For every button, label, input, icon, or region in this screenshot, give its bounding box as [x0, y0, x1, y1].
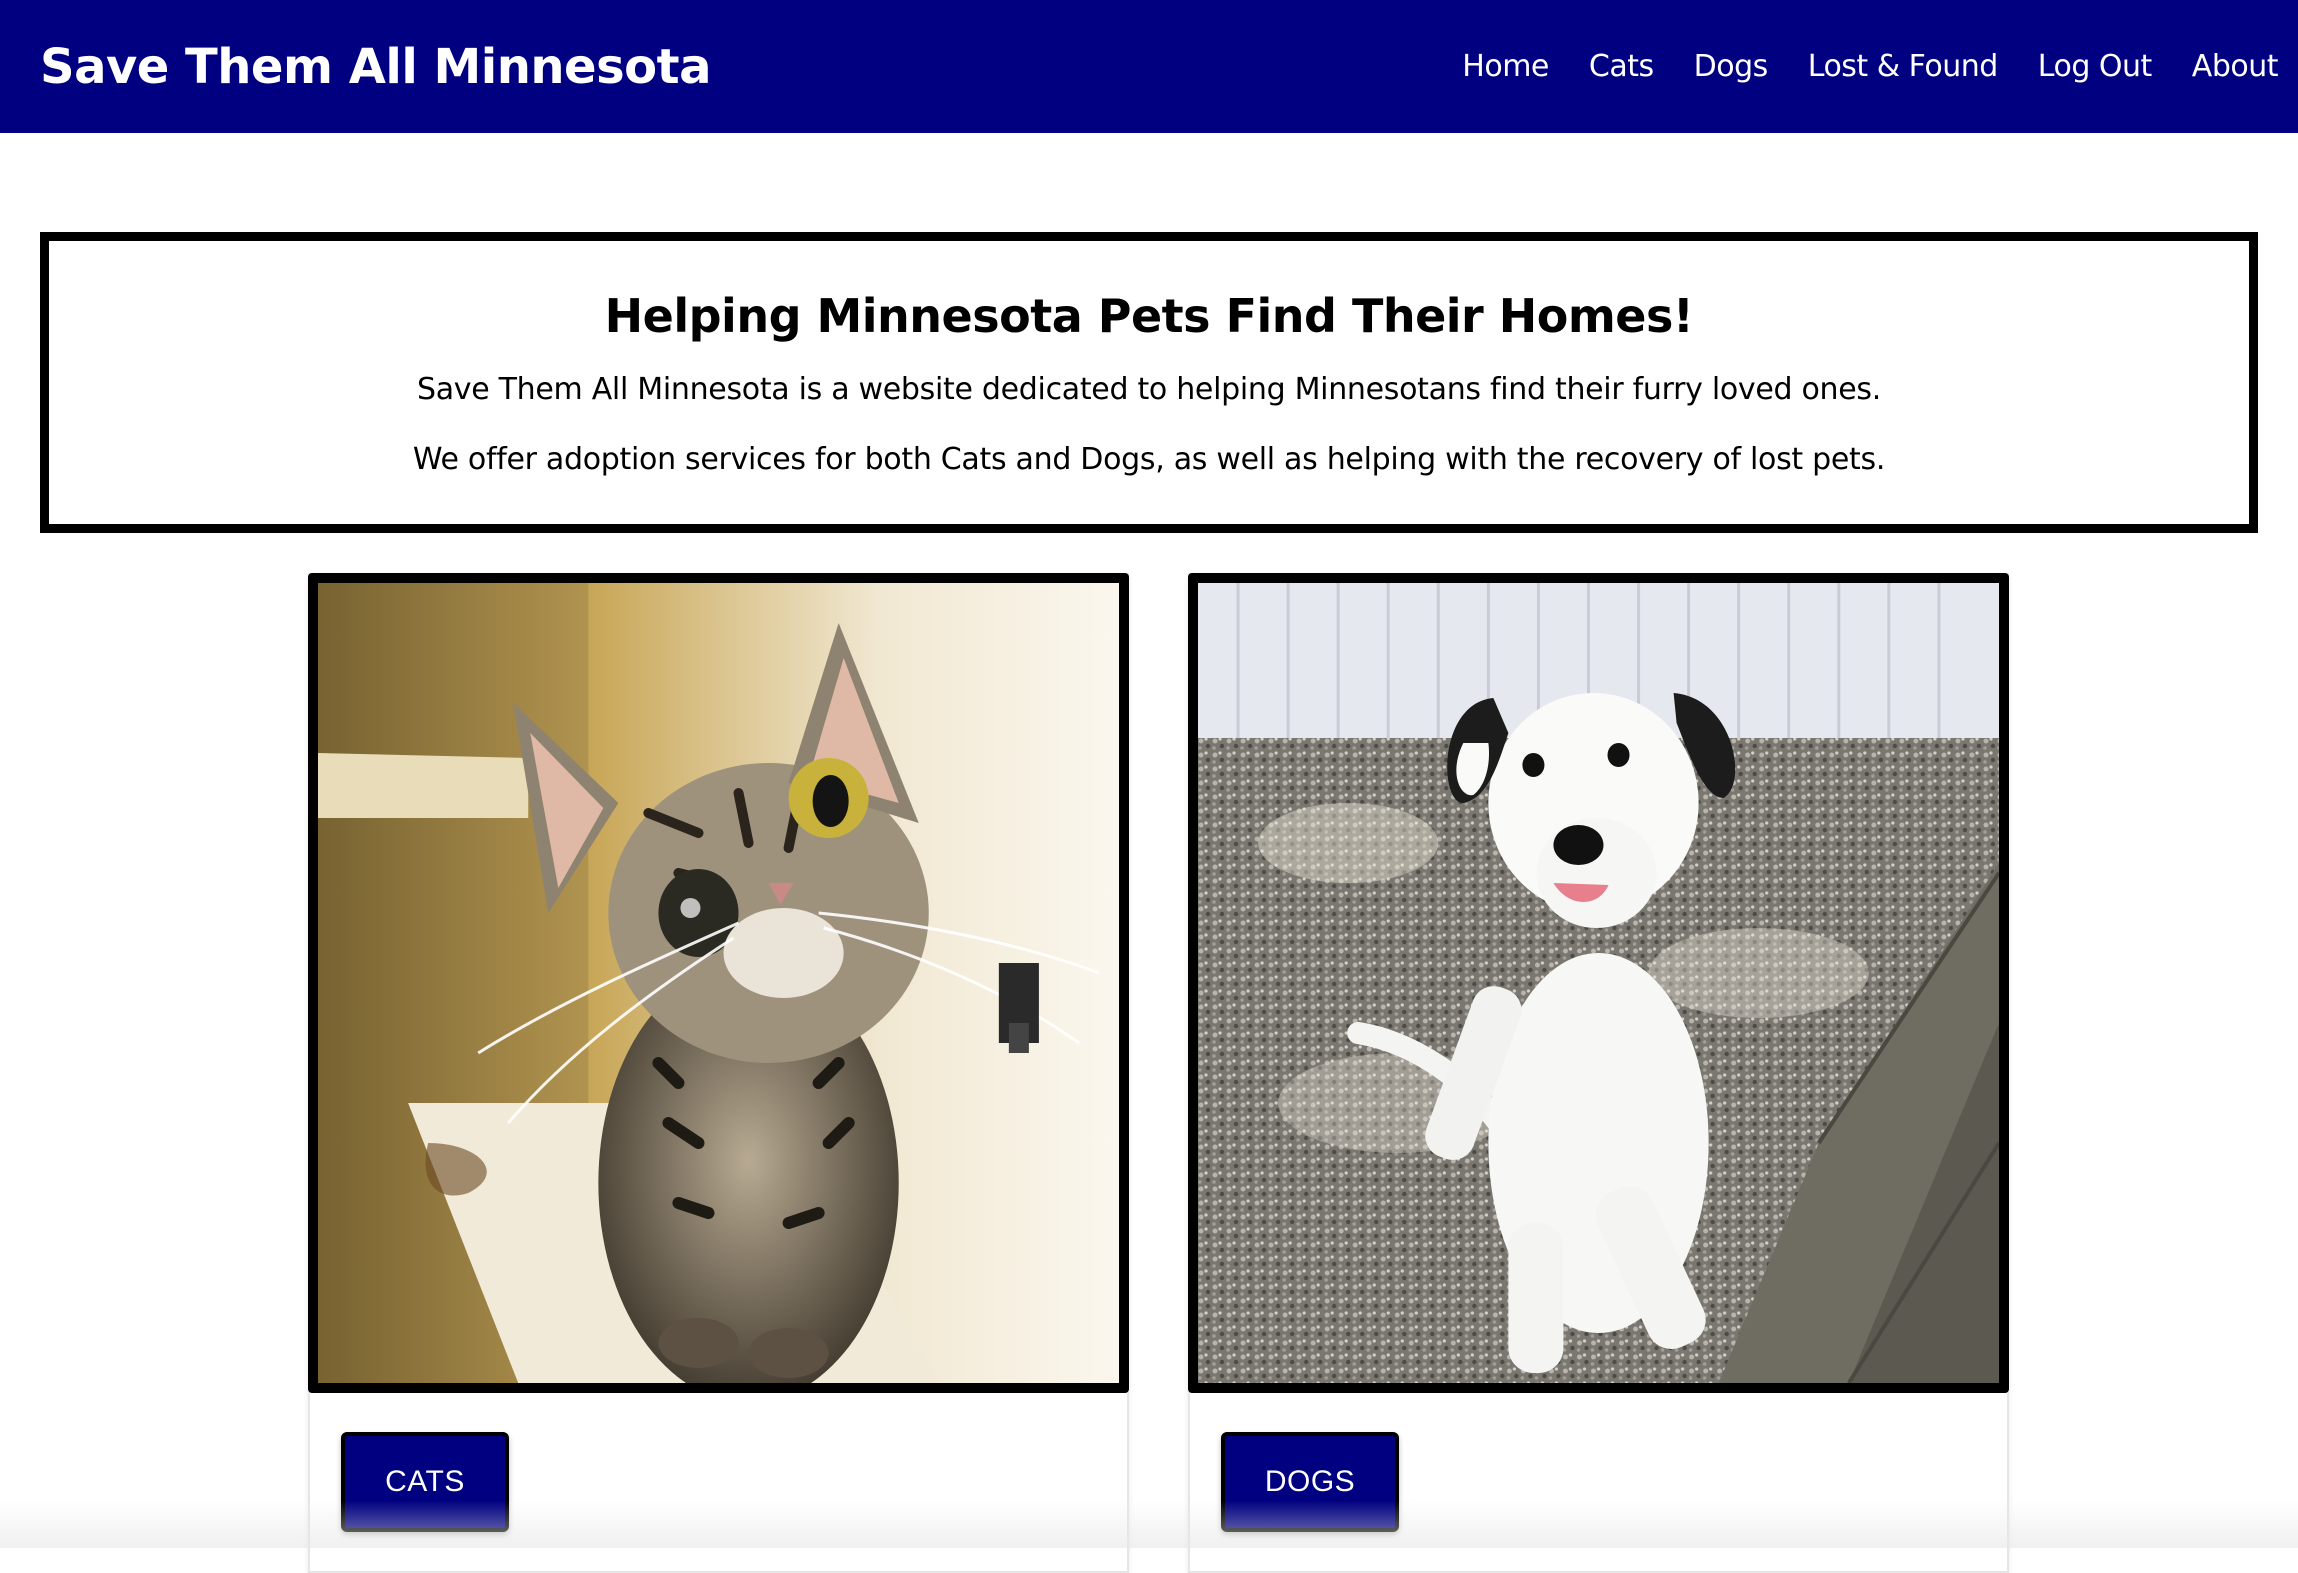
- site-brand[interactable]: Save Them All Minnesota: [40, 39, 711, 95]
- white-puppy-image: [1198, 583, 1999, 1383]
- dog-photo: [1188, 573, 2009, 1393]
- dogs-button[interactable]: DOGS: [1221, 1432, 1399, 1532]
- nav-link-dogs[interactable]: Dogs: [1694, 49, 1769, 84]
- nav-link-home[interactable]: Home: [1462, 49, 1549, 84]
- nav-link-lost-found[interactable]: Lost & Found: [1808, 49, 1999, 84]
- cats-button[interactable]: CATS: [341, 1432, 509, 1532]
- tabby-kitten-image: [318, 583, 1119, 1383]
- cats-card: CATS: [308, 573, 1129, 1573]
- hero-description-line-2: We offer adoption services for both Cats…: [412, 441, 1886, 477]
- nav-link-cats[interactable]: Cats: [1589, 49, 1654, 84]
- dogs-card: DOGS: [1188, 573, 2009, 1573]
- hero-title: Helping Minnesota Pets Find Their Homes!: [604, 289, 1694, 343]
- nav-link-about[interactable]: About: [2192, 49, 2279, 84]
- nav-link-log-out[interactable]: Log Out: [2038, 49, 2153, 84]
- cat-photo: [308, 573, 1129, 1393]
- top-navbar: Save Them All Minnesota Home Cats Dogs L…: [0, 0, 2298, 133]
- hero-description-line-1: Save Them All Minnesota is a website ded…: [416, 371, 1881, 407]
- nav-links: Home Cats Dogs Lost & Found Log Out Abou…: [1422, 49, 2278, 84]
- hero-banner: Helping Minnesota Pets Find Their Homes!…: [40, 232, 2258, 533]
